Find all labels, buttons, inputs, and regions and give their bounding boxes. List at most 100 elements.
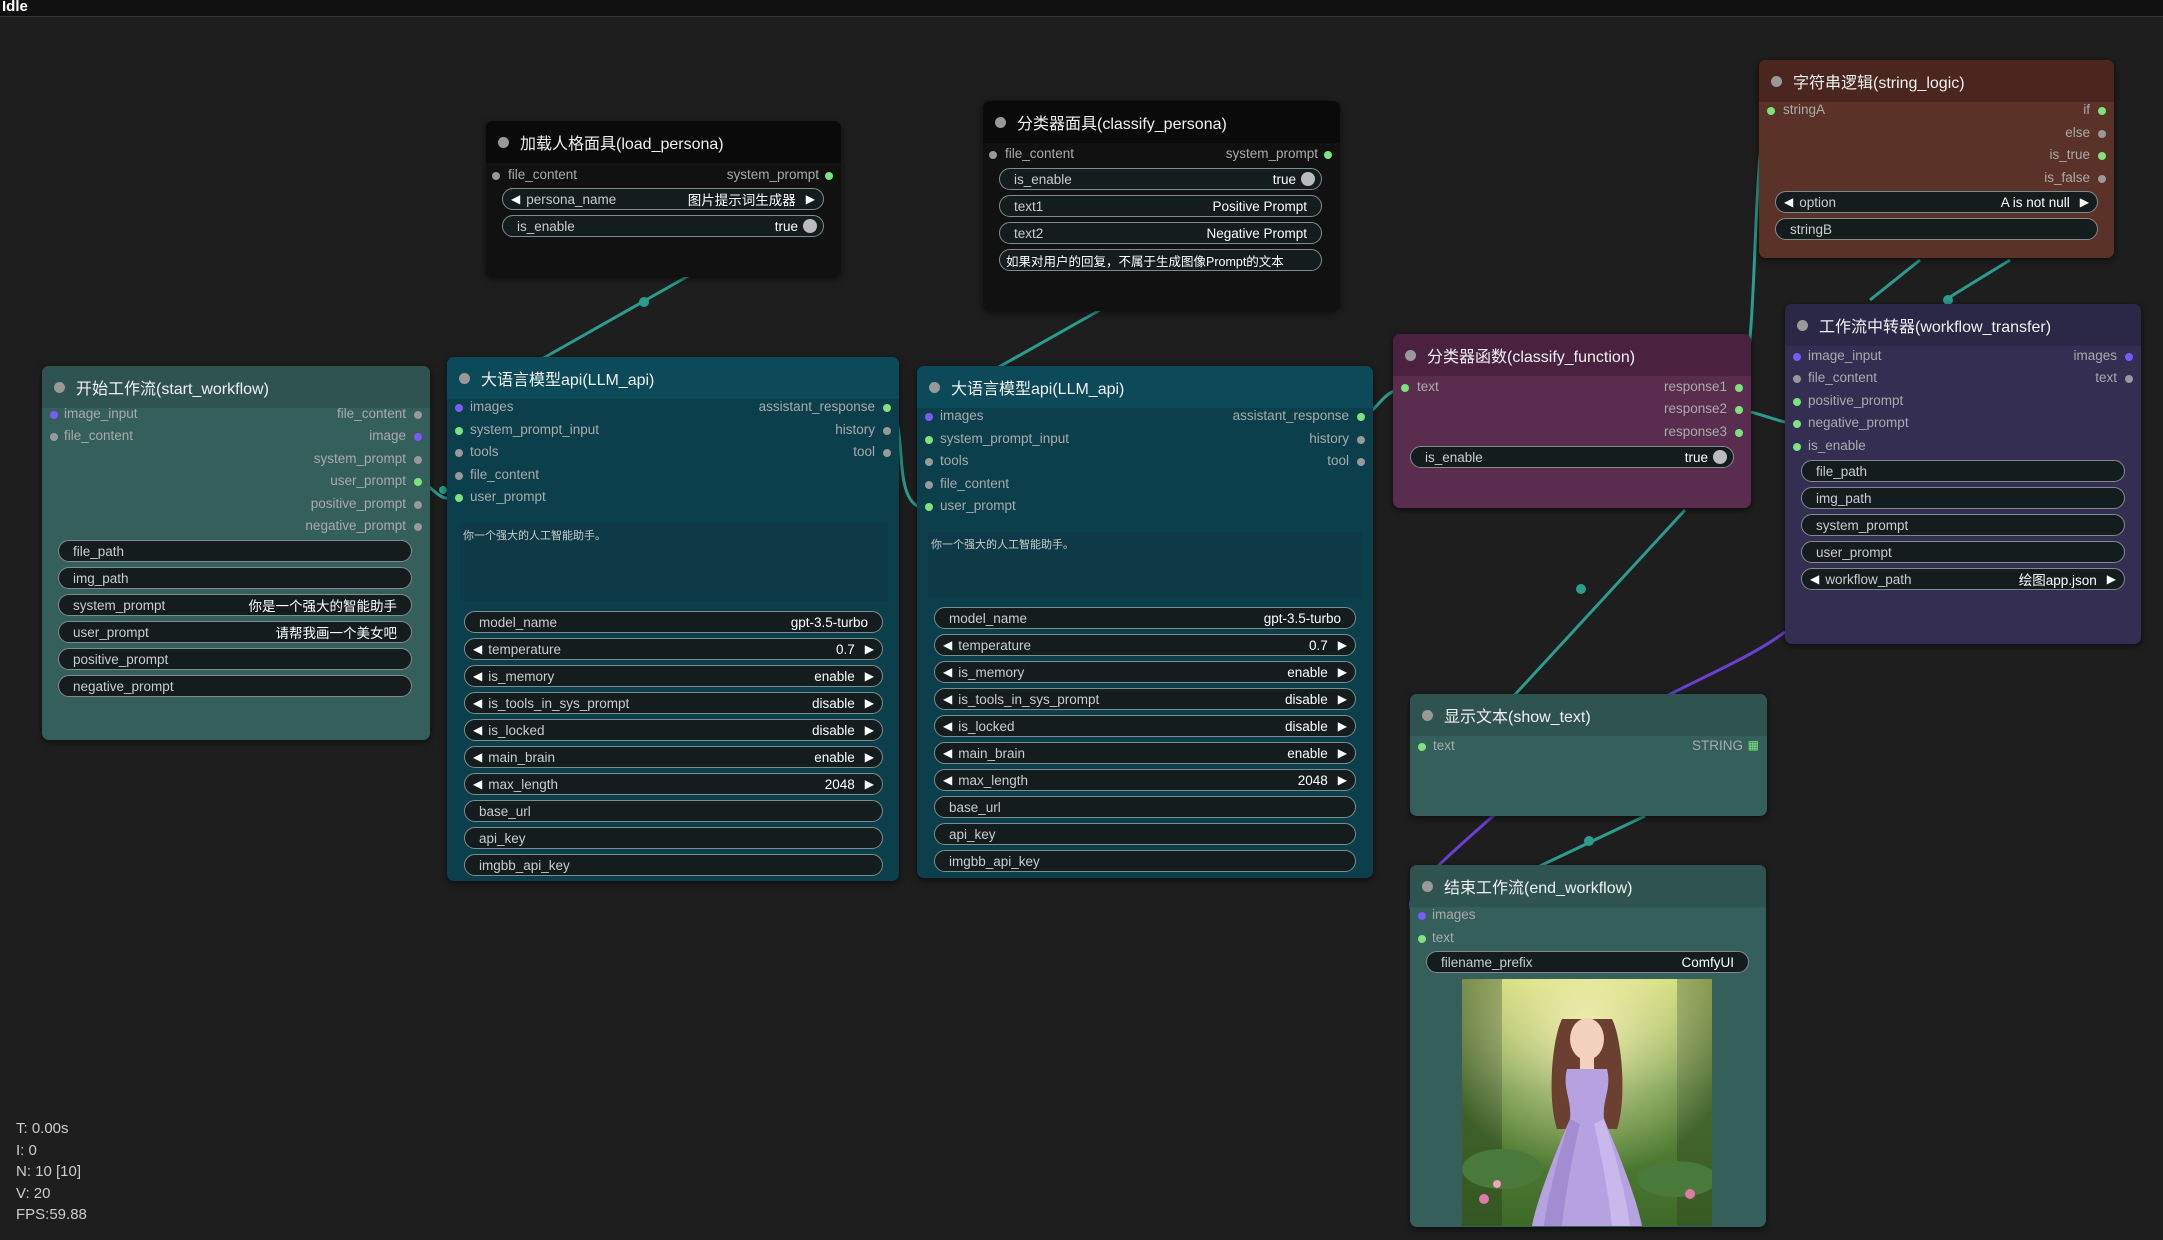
input-pin[interactable] <box>1793 420 1801 428</box>
output-pin[interactable] <box>2125 375 2133 383</box>
widget-model-name[interactable]: model_name gpt-3.5-turbo <box>934 607 1356 629</box>
node-workflow-transfer[interactable]: 工作流中转器(workflow_transfer) image_input fi… <box>1785 304 2141 644</box>
widget-text2[interactable]: text2 Negative Prompt <box>999 222 1322 244</box>
input-pin[interactable] <box>925 503 933 511</box>
input-slot-negative-prompt[interactable]: negative_prompt <box>1793 415 1909 430</box>
collapse-dot-icon[interactable] <box>498 136 509 148</box>
output-pin[interactable] <box>414 456 422 464</box>
decrement-arrow-icon[interactable]: ◀ <box>943 773 952 787</box>
output-slot-system-prompt[interactable]: system_prompt <box>727 167 833 182</box>
widget-is-memory[interactable]: ◀ is_memory enable ▶ <box>464 665 883 687</box>
node-title-bar[interactable]: 分类器面具(classify_persona) <box>983 101 1340 143</box>
widget-user-prompt[interactable]: user_prompt 请帮我画一个美女吧 <box>58 621 412 643</box>
widget-temperature[interactable]: ◀ temperature 0.7 ▶ <box>464 638 883 660</box>
widget-is-memory[interactable]: ◀ is_memory enable ▶ <box>934 661 1356 683</box>
increment-arrow-icon[interactable]: ▶ <box>865 777 874 791</box>
output-slot-history[interactable]: history <box>1309 431 1365 446</box>
input-slot-images[interactable]: images <box>925 408 984 423</box>
output-pin[interactable] <box>1735 406 1743 414</box>
increment-arrow-icon[interactable]: ▶ <box>1338 746 1347 760</box>
node-llm-api-2[interactable]: 大语言模型api(LLM_api) images system_prompt_i… <box>917 366 1373 878</box>
input-pin[interactable] <box>1793 353 1801 361</box>
input-slot-is-enable[interactable]: is_enable <box>1793 438 1866 453</box>
input-pin[interactable] <box>1793 375 1801 383</box>
collapse-dot-icon[interactable] <box>459 372 470 384</box>
widget-imgbb-api-key[interactable]: imgbb_api_key <box>464 854 883 876</box>
decrement-arrow-icon[interactable]: ◀ <box>1810 572 1819 586</box>
widget-is-tools-in-sys-prompt[interactable]: ◀ is_tools_in_sys_prompt disable ▶ <box>464 692 883 714</box>
widget-user-prompt[interactable]: user_prompt <box>1801 541 2125 563</box>
increment-arrow-icon[interactable]: ▶ <box>865 750 874 764</box>
output-pin[interactable] <box>2098 107 2106 115</box>
input-slot-text[interactable]: text <box>1418 930 1454 945</box>
node-classify-persona[interactable]: 分类器面具(classify_persona) file_content sys… <box>983 101 1340 311</box>
node-classify-function[interactable]: 分类器函数(classify_function) text response1 … <box>1393 334 1751 508</box>
input-slot-file-content[interactable]: file_content <box>455 467 539 482</box>
input-slot-user-prompt[interactable]: user_prompt <box>455 489 546 504</box>
output-pin[interactable] <box>2125 353 2133 361</box>
output-pin[interactable] <box>414 501 422 509</box>
increment-arrow-icon[interactable]: ▶ <box>1338 773 1347 787</box>
widget-option[interactable]: ◀ option A is not null ▶ <box>1775 191 2098 213</box>
widget-api-key[interactable]: api_key <box>464 827 883 849</box>
increment-arrow-icon[interactable]: ▶ <box>865 696 874 710</box>
input-pin[interactable] <box>1401 384 1409 392</box>
collapse-dot-icon[interactable] <box>1405 349 1416 361</box>
output-pin[interactable] <box>2098 152 2106 160</box>
output-pin[interactable] <box>414 478 422 486</box>
output-slot-response3[interactable]: response3 <box>1664 424 1743 439</box>
input-slot-system-prompt-input[interactable]: system_prompt_input <box>455 422 599 437</box>
increment-arrow-icon[interactable]: ▶ <box>1338 719 1347 733</box>
input-slot-image-input[interactable]: image_input <box>50 406 138 421</box>
output-pin[interactable] <box>414 433 422 441</box>
widget-img-path[interactable]: img_path <box>58 567 412 589</box>
input-pin[interactable] <box>455 472 463 480</box>
collapse-dot-icon[interactable] <box>1422 709 1433 721</box>
input-pin[interactable] <box>925 458 933 466</box>
widget-persona-name[interactable]: ◀ persona_name 图片提示词生成器 ▶ <box>502 188 824 210</box>
widget-file-path[interactable]: file_path <box>1801 460 2125 482</box>
output-pin[interactable] <box>1735 384 1743 392</box>
node-start-workflow[interactable]: 开始工作流(start_workflow) image_input file_c… <box>42 366 430 740</box>
input-slot-positive-prompt[interactable]: positive_prompt <box>1793 393 1903 408</box>
input-pin[interactable] <box>1767 107 1775 115</box>
decrement-arrow-icon[interactable]: ◀ <box>943 719 952 733</box>
widget-file-path[interactable]: file_path <box>58 540 412 562</box>
input-slot-file-content[interactable]: file_content <box>989 146 1074 161</box>
input-pin[interactable] <box>1793 398 1801 406</box>
widget-max-length[interactable]: ◀ max_length 2048 ▶ <box>464 773 883 795</box>
input-pin[interactable] <box>50 411 58 419</box>
input-slot-text[interactable]: text <box>1418 738 1455 753</box>
output-pin[interactable] <box>883 449 891 457</box>
widget-negative-prompt[interactable]: negative_prompt <box>58 675 412 697</box>
output-pin[interactable] <box>2098 175 2106 183</box>
decrement-arrow-icon[interactable]: ◀ <box>473 750 482 764</box>
decrement-arrow-icon[interactable]: ◀ <box>1784 195 1793 209</box>
output-slot-image[interactable]: image <box>369 428 422 443</box>
increment-arrow-icon[interactable]: ▶ <box>865 723 874 737</box>
widget-stringb[interactable]: stringB <box>1775 218 2098 240</box>
toggle-knob-icon[interactable] <box>803 219 817 233</box>
widget-imgbb-api-key[interactable]: imgbb_api_key <box>934 850 1356 872</box>
output-pin[interactable] <box>414 411 422 419</box>
node-end-workflow[interactable]: 结束工作流(end_workflow) images text filename… <box>1410 865 1766 1227</box>
decrement-arrow-icon[interactable]: ◀ <box>473 723 482 737</box>
input-slot-file-content[interactable]: file_content <box>50 428 133 443</box>
toggle-knob-icon[interactable] <box>1301 172 1315 186</box>
output-pin[interactable] <box>1357 458 1365 466</box>
input-slot-tools[interactable]: tools <box>455 444 499 459</box>
output-slot-if[interactable]: if <box>2083 102 2106 117</box>
collapse-dot-icon[interactable] <box>995 116 1006 128</box>
toggle-is-enable[interactable]: is_enable true <box>502 215 824 237</box>
output-slot-is-false[interactable]: is_false <box>2044 170 2106 185</box>
collapse-dot-icon[interactable] <box>1797 319 1808 331</box>
output-pin[interactable] <box>883 404 891 412</box>
decrement-arrow-icon[interactable]: ◀ <box>473 777 482 791</box>
output-slot-tool[interactable]: tool <box>1327 453 1365 468</box>
widget-positive-prompt[interactable]: positive_prompt <box>58 648 412 670</box>
output-slot-is-true[interactable]: is_true <box>2049 147 2106 162</box>
output-slot-images[interactable]: images <box>2073 348 2133 363</box>
input-slot-system-prompt-input[interactable]: system_prompt_input <box>925 431 1069 446</box>
prompt-textarea[interactable]: 你一个强大的人工智能助手。 <box>928 532 1362 598</box>
node-title-bar[interactable]: 字符串逻辑(string_logic) <box>1759 60 2114 102</box>
